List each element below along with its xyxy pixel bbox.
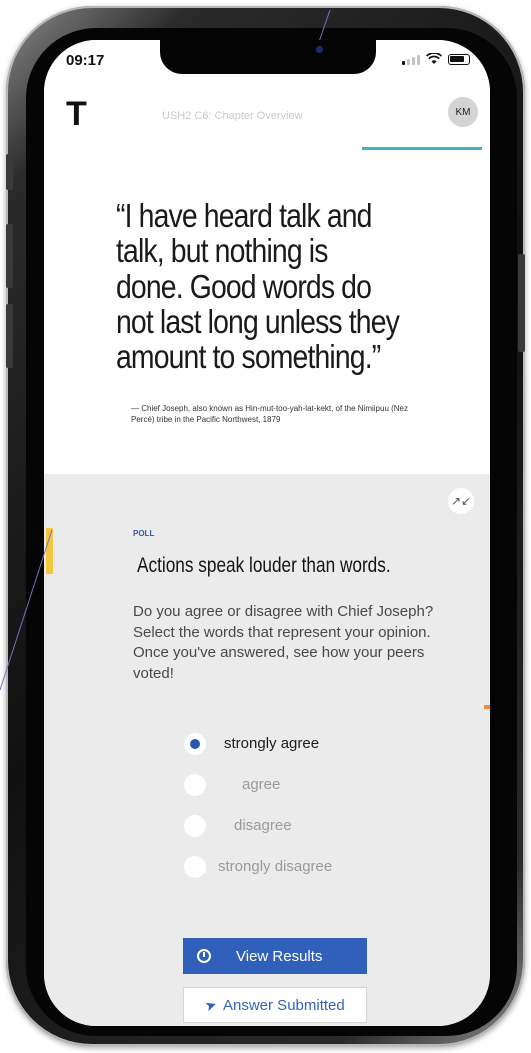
option-label: strongly disagree bbox=[218, 858, 333, 875]
radio[interactable] bbox=[184, 773, 206, 796]
battery-icon bbox=[448, 53, 470, 65]
poll-option-strongly-agree[interactable]: strongly agree bbox=[184, 723, 332, 764]
view-results-label: View Results bbox=[236, 947, 323, 965]
quote-attribution: — Chief Joseph, also known as Hin-mut-to… bbox=[131, 404, 408, 424]
brand-logo[interactable]: T bbox=[66, 95, 87, 134]
poll-option-disagree[interactable]: disagree bbox=[184, 805, 332, 846]
quote-text: “I have heard talk and talk, but nothing… bbox=[116, 197, 400, 376]
option-label: strongly agree bbox=[224, 735, 320, 752]
poll-section: ↗↙ POLL Actions speak louder than words.… bbox=[44, 474, 490, 1026]
clock-icon bbox=[197, 949, 211, 963]
accent-marker-yellow bbox=[46, 528, 53, 574]
notch bbox=[160, 40, 376, 74]
poll-options: strongly agree agree disagree strongly d… bbox=[184, 723, 332, 887]
phone-screen: 09:17 T USH2 C6: Chapter Overview KM “I … bbox=[44, 40, 490, 1026]
option-label: disagree bbox=[234, 817, 292, 834]
option-label: agree bbox=[242, 776, 281, 793]
page-title: USH2 C6: Chapter Overview bbox=[162, 110, 303, 122]
status-icons bbox=[402, 53, 470, 65]
quote-section: 09:17 T USH2 C6: Chapter Overview KM “I … bbox=[44, 40, 490, 474]
poll-heading: Actions speak louder than words. bbox=[137, 554, 391, 577]
poll-option-agree[interactable]: agree bbox=[184, 764, 332, 805]
volume-up-button bbox=[6, 224, 13, 288]
signal-icon bbox=[402, 54, 420, 65]
answer-submitted-label: Answer Submitted bbox=[223, 996, 345, 1014]
collapse-button[interactable]: ↗↙ bbox=[448, 488, 474, 514]
accent-marker-orange bbox=[484, 705, 490, 709]
poll-label: POLL bbox=[133, 529, 155, 538]
mute-switch bbox=[6, 154, 13, 190]
status-time: 09:17 bbox=[66, 52, 105, 69]
answer-submitted-button[interactable]: ➤ Answer Submitted bbox=[183, 987, 367, 1023]
send-icon: ➤ bbox=[202, 995, 220, 1015]
poll-description: Do you agree or disagree with Chief Jose… bbox=[133, 603, 434, 683]
progress-indicator bbox=[362, 147, 482, 150]
radio[interactable] bbox=[184, 855, 206, 878]
radio[interactable] bbox=[184, 814, 206, 837]
wifi-icon bbox=[426, 53, 442, 64]
power-button bbox=[518, 254, 525, 352]
view-results-button[interactable]: View Results bbox=[183, 938, 367, 974]
camera-dot bbox=[316, 46, 323, 53]
poll-option-strongly-disagree[interactable]: strongly disagree bbox=[184, 846, 332, 887]
avatar[interactable]: KM bbox=[448, 97, 478, 127]
volume-down-button bbox=[6, 304, 13, 368]
collapse-icon: ↗↙ bbox=[450, 494, 472, 508]
radio-selected[interactable] bbox=[184, 732, 206, 755]
